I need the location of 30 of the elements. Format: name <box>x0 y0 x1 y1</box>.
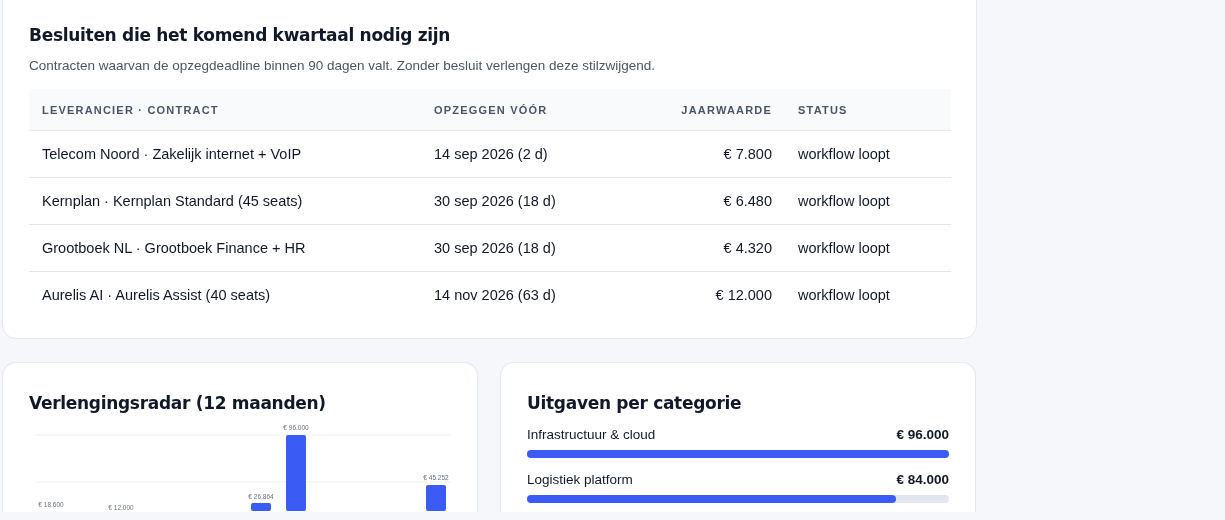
column-header: OPZEGGEN VÓÓR <box>421 89 631 131</box>
table-cell: € 4.320 <box>631 225 785 272</box>
category-amount: € 84.000 <box>896 472 949 487</box>
table-cell: workflow loopt <box>785 178 951 225</box>
card-description: Contracten waarvan de opzegdeadline binnen 90 dagen valt. Zonder besluit verlengen deze stilzwijgend. <box>29 58 656 73</box>
table-cell-text: Aurelis AI · Aurelis Assist (40 seats) <box>41 286 272 305</box>
table-cell: 30 sep 2026 (18 d) <box>421 225 631 272</box>
table-cell: Telecom Noord · Zakelijk internet + VoIP <box>29 131 421 178</box>
table-cell: Grootboek NL · Grootboek Finance + HR <box>29 225 421 272</box>
category-name: Infrastructuur & cloud <box>527 427 656 442</box>
table-cell: Kernplan · Kernplan Standard (45 seats) <box>29 178 421 225</box>
table-cell: € 7.800 <box>631 131 785 178</box>
card-title: Besluiten die het komend kwartaal nodig zijn <box>29 25 452 45</box>
table-cell: workflow loopt <box>785 131 951 178</box>
table-cell-text: workflow loopt <box>797 286 891 305</box>
column-header: JAARWAARDE <box>631 89 785 131</box>
column-header: STATUS <box>785 89 951 131</box>
category-amount: € 96.000 <box>896 427 949 442</box>
card-title: Uitgaven per categorie <box>527 393 743 413</box>
table-cell: 30 sep 2026 (18 d) <box>421 178 631 225</box>
table-cell-text: 14 nov 2026 (63 d) <box>433 286 557 305</box>
column-header: LEVERANCIER · CONTRACT <box>29 89 421 131</box>
chart-bar <box>251 503 271 511</box>
table-cell: € 6.480 <box>631 178 785 225</box>
table-cell-text: € 12.000 <box>714 286 773 305</box>
chart-bar <box>426 485 446 511</box>
table-cell: workflow loopt <box>785 225 951 272</box>
category-name: Logistiek platform <box>527 472 633 487</box>
table-cell: 14 sep 2026 (2 d) <box>421 131 631 178</box>
card-title: Verlengingsradar (12 maanden) <box>29 393 327 413</box>
